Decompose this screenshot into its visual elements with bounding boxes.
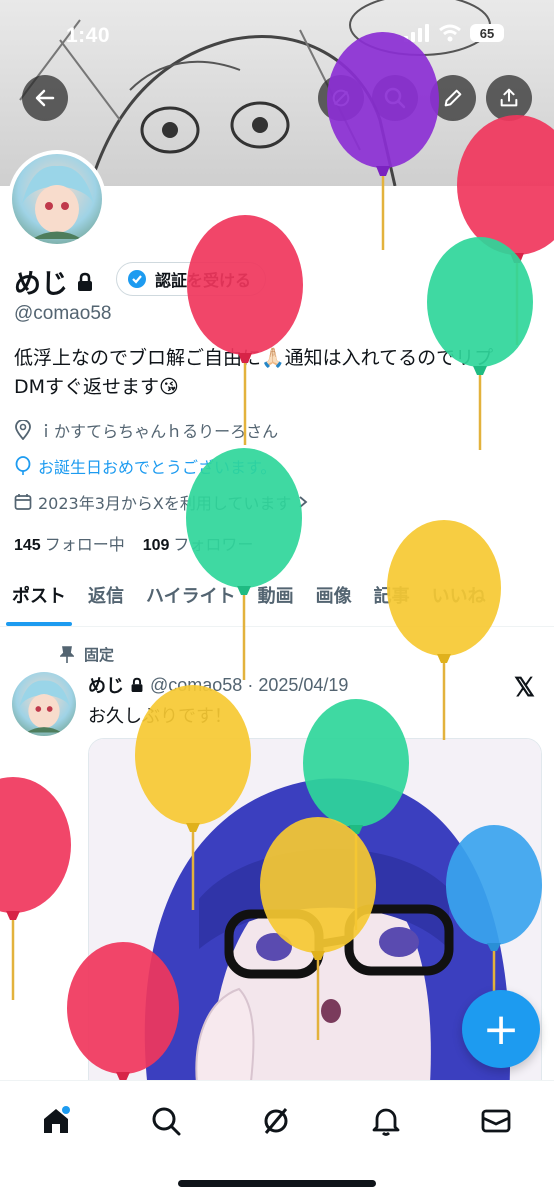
joined-text: 2023年3月からXを利用しています — [38, 494, 292, 513]
tab-videos[interactable]: 動画 — [258, 568, 294, 626]
following-label: フォロー中 — [44, 535, 125, 554]
balloon-red-center — [187, 215, 303, 445]
profile-tabs: ポスト 返信 ハイライト 動画 画像 記事 いいね — [0, 568, 554, 627]
tab-posts[interactable]: ポスト — [6, 568, 72, 626]
post-handle-date: @comao58 · 2025/04/19 — [150, 674, 349, 695]
nav-grok[interactable] — [256, 1101, 296, 1141]
search-icon — [384, 87, 406, 109]
status-icons: 65 — [404, 24, 504, 42]
lock-icon — [131, 677, 143, 692]
tab-replies[interactable]: 返信 — [88, 568, 124, 626]
verify-label: 認証を受ける — [155, 271, 252, 290]
signal-icon — [404, 24, 429, 42]
birthday-row: お誕生日おめでとうございます。 — [14, 454, 276, 478]
post-avatar-image — [12, 672, 76, 736]
post-avatar[interactable] — [12, 672, 76, 736]
pin-icon — [60, 645, 74, 663]
back-arrow-icon — [35, 89, 55, 107]
bio-line-2: DMすぐ返せます😘 — [14, 376, 179, 398]
x-logo-icon: 𝕏 — [514, 672, 535, 702]
back-button[interactable] — [22, 75, 68, 121]
home-icon — [44, 1106, 70, 1133]
compose-button[interactable]: + — [462, 990, 540, 1068]
get-verified-button[interactable]: 認証を受ける — [116, 262, 267, 296]
followers-label: フォロワー — [173, 535, 254, 554]
nav-messages[interactable] — [476, 1101, 516, 1141]
location-text: ｉかすてらちゃんｈるりーろさん — [38, 422, 279, 441]
verified-icon — [128, 270, 146, 288]
search-button[interactable] — [372, 75, 418, 121]
tab-articles[interactable]: 記事 — [374, 568, 410, 626]
post-text: お久しぶりです！ — [88, 706, 232, 727]
profile-name-row: めじ — [14, 262, 94, 301]
following-link[interactable]: 145 フォロー中 — [14, 531, 125, 555]
mail-icon — [481, 1109, 511, 1133]
share-button[interactable] — [486, 75, 532, 121]
profile-avatar[interactable] — [8, 150, 106, 248]
chevron-right-icon — [299, 496, 308, 508]
share-icon — [500, 88, 518, 107]
profile-bio: 低浮上なのでブロ解ご自由に🙏🏻通知は入れてるのでリプ DMすぐ返せます😘 — [14, 344, 534, 402]
explore-icon — [152, 1107, 181, 1136]
edit-button[interactable] — [430, 75, 476, 121]
nav-home[interactable] — [36, 1101, 76, 1141]
profile-handle: @comao58 — [14, 303, 112, 324]
lock-icon — [78, 272, 92, 291]
balloon-red-left — [0, 777, 71, 1000]
status-time: 1:40 — [66, 24, 111, 47]
following-count: 145 — [14, 537, 41, 554]
grok-icon — [332, 89, 350, 107]
balloon-green-center — [186, 448, 302, 680]
bio-line-1: 低浮上なのでブロ解ご自由に🙏🏻通知は入れてるのでリプ — [14, 347, 494, 369]
nav-explore[interactable] — [146, 1101, 186, 1141]
pinned-text: 固定 — [84, 646, 115, 664]
calendar-icon — [14, 494, 32, 510]
followers-link[interactable]: 109 フォロワー — [143, 531, 254, 555]
avatar-image — [12, 154, 102, 244]
post-header: めじ @comao58 · 2025/04/19 — [88, 672, 348, 698]
location-icon — [15, 420, 31, 440]
follow-counts: 145 フォロー中 109 フォロワー — [14, 531, 253, 555]
nav-notifications[interactable] — [366, 1101, 406, 1141]
battery-indicator: 65 — [470, 24, 504, 42]
edit-icon — [444, 89, 462, 107]
followers-count: 109 — [142, 537, 170, 554]
grok-icon — [264, 1108, 288, 1134]
pinned-label: 固定 — [60, 644, 114, 665]
grok-header-button[interactable] — [318, 75, 364, 121]
balloon-icon — [15, 456, 31, 475]
joined-row[interactable]: 2023年3月からXを利用しています — [14, 490, 309, 514]
tab-likes[interactable]: いいね — [432, 568, 486, 626]
home-indicator — [178, 1180, 376, 1187]
display-name: めじ — [14, 269, 68, 300]
bell-icon — [372, 1108, 400, 1136]
tab-images[interactable]: 画像 — [316, 568, 352, 626]
post-author[interactable]: めじ — [88, 672, 124, 698]
balloon-yellow-right — [387, 520, 501, 740]
wifi-icon — [439, 24, 461, 42]
birthday-text: お誕生日おめでとうございます。 — [38, 458, 277, 477]
location-row: ｉかすてらちゃんｈるりーろさん — [14, 418, 278, 442]
tab-highlights[interactable]: ハイライト — [146, 568, 236, 626]
